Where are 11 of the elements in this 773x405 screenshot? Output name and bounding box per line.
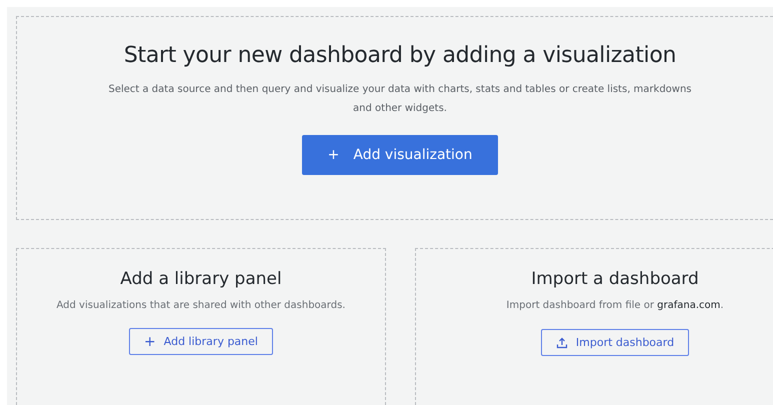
card-description: Import dashboard from file or grafana.com. (506, 299, 724, 313)
add-library-panel-button[interactable]: + Add library panel (129, 328, 273, 355)
import-dashboard-button[interactable]: Import dashboard (540, 329, 690, 356)
add-visualization-button[interactable]: + Add visualization (302, 135, 498, 175)
card-title: Import a dashboard (531, 269, 699, 289)
panel-title: Start your new dashboard by adding a visualization (124, 43, 676, 68)
card-title: Add a library panel (120, 269, 282, 289)
upload-icon (556, 336, 568, 348)
panel-description: Select a data source and then query and visualize your data with charts, stats and tables or create lists, markdowns and other widgets. (107, 83, 693, 116)
card-description: Add visualizations that are shared with other dashboards. (56, 299, 346, 313)
grafana-link[interactable]: grafana.com (657, 300, 720, 311)
